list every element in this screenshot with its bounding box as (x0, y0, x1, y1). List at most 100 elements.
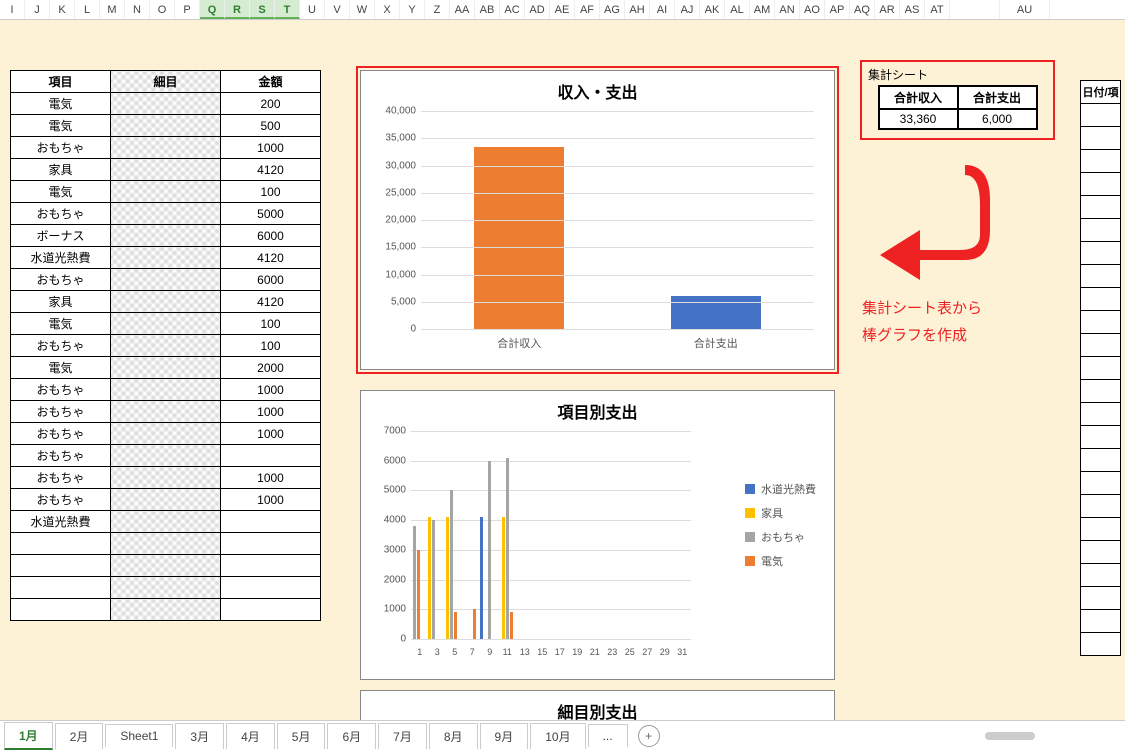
column-header-AH[interactable]: AH (625, 0, 650, 19)
column-header-AC[interactable]: AC (500, 0, 525, 19)
table-row[interactable]: おもちゃ1000 (11, 137, 321, 159)
cell-detail[interactable] (111, 599, 221, 621)
table-row[interactable]: ボーナス 6000 (11, 225, 321, 247)
chart2-bar[interactable] (510, 612, 513, 639)
cell-detail[interactable] (111, 93, 221, 115)
chart2-bar[interactable] (432, 520, 435, 639)
column-header-AT[interactable]: AT (925, 0, 950, 19)
cell-detail[interactable] (111, 115, 221, 137)
cell-detail[interactable] (111, 137, 221, 159)
table-row[interactable]: おもちゃ1000 (11, 489, 321, 511)
cell-amount[interactable] (221, 599, 321, 621)
cell-item[interactable]: おもちゃ (11, 489, 111, 511)
summary-header-expense[interactable]: 合計支出 (958, 86, 1037, 109)
cell-amount[interactable]: 200 (221, 93, 321, 115)
chart2-bar[interactable] (502, 517, 505, 639)
column-header-J[interactable]: J (25, 0, 50, 19)
chart2-bar[interactable] (413, 526, 416, 639)
column-header-[interactable] (950, 0, 1000, 19)
column-header-S[interactable]: S (250, 0, 275, 19)
table-row[interactable] (11, 599, 321, 621)
table-row[interactable]: 水道光熱費 (11, 511, 321, 533)
cell-detail[interactable] (111, 291, 221, 313)
expense-table[interactable]: 項目 細目 金額 電気200電気500おもちゃ1000家具4120電気100おも… (10, 70, 321, 621)
cell-amount[interactable]: 2000 (221, 357, 321, 379)
sheet-tab-...[interactable]: ... (588, 724, 628, 747)
sheet-tab-Sheet1[interactable]: Sheet1 (105, 724, 173, 747)
cell-item[interactable]: 水道光熱費 (11, 511, 111, 533)
chart2-bar[interactable] (488, 461, 491, 639)
table-row[interactable]: おもちゃ 1000 (11, 401, 321, 423)
cell-amount[interactable]: 4120 (221, 247, 321, 269)
sheet-tab-7月[interactable]: 7月 (378, 723, 427, 749)
column-header-O[interactable]: O (150, 0, 175, 19)
cell-amount[interactable]: 4120 (221, 159, 321, 181)
cell-amount[interactable] (221, 533, 321, 555)
cell-detail[interactable] (111, 203, 221, 225)
cell-detail[interactable] (111, 467, 221, 489)
table-row[interactable]: 電気100 (11, 313, 321, 335)
table-row[interactable]: 家具4120 (11, 159, 321, 181)
table-row[interactable]: 水道光熱費4120 (11, 247, 321, 269)
cell-item[interactable] (11, 577, 111, 599)
cell-detail[interactable] (111, 181, 221, 203)
cell-detail[interactable] (111, 159, 221, 181)
cell-amount[interactable]: 6000 (221, 225, 321, 247)
cell-detail[interactable] (111, 225, 221, 247)
horizontal-scrollbar[interactable] (985, 732, 1035, 740)
cell-detail[interactable] (111, 313, 221, 335)
cell-item[interactable]: おもちゃ (11, 423, 111, 445)
column-header-P[interactable]: P (175, 0, 200, 19)
chart2-bar[interactable] (446, 517, 449, 639)
cell-amount[interactable]: 1000 (221, 379, 321, 401)
summary-value-income[interactable]: 33,360 (879, 109, 958, 129)
summary-value-expense[interactable]: 6,000 (958, 109, 1037, 129)
cell-detail[interactable] (111, 335, 221, 357)
header-detail[interactable]: 細目 (111, 71, 221, 93)
cell-item[interactable]: おもちゃ (11, 401, 111, 423)
column-header-AP[interactable]: AP (825, 0, 850, 19)
table-row[interactable]: 電気500 (11, 115, 321, 137)
table-row[interactable] (11, 533, 321, 555)
cell-amount[interactable]: 5000 (221, 203, 321, 225)
cell-item[interactable]: 電気 (11, 313, 111, 335)
column-header-M[interactable]: M (100, 0, 125, 19)
column-header-AE[interactable]: AE (550, 0, 575, 19)
cell-item[interactable]: ボーナス (11, 225, 111, 247)
table-row[interactable]: おもちゃ100 (11, 335, 321, 357)
cell-item[interactable]: おもちゃ (11, 445, 111, 467)
cell-detail[interactable] (111, 357, 221, 379)
chart2-bar[interactable] (454, 612, 457, 639)
table-row[interactable]: おもちゃ (11, 445, 321, 467)
table-row[interactable]: 電気100 (11, 181, 321, 203)
column-header-T[interactable]: T (275, 0, 300, 19)
cell-detail[interactable] (111, 555, 221, 577)
cell-item[interactable] (11, 533, 111, 555)
cell-item[interactable]: おもちゃ (11, 203, 111, 225)
sheet-tab-8月[interactable]: 8月 (429, 723, 478, 749)
sheet-tab-3月[interactable]: 3月 (175, 723, 224, 749)
cell-amount[interactable]: 6000 (221, 269, 321, 291)
cell-amount[interactable] (221, 445, 321, 467)
table-row[interactable]: おもちゃ 5000 (11, 203, 321, 225)
column-header-Q[interactable]: Q (200, 0, 225, 19)
table-row[interactable]: 家具4120 (11, 291, 321, 313)
chart2-bar[interactable] (506, 458, 509, 639)
cell-detail[interactable] (111, 511, 221, 533)
cell-amount[interactable]: 1000 (221, 401, 321, 423)
column-header-N[interactable]: N (125, 0, 150, 19)
cell-amount[interactable]: 1000 (221, 467, 321, 489)
category-expense-chart[interactable]: 項目別支出 135791113151719212325272931 010002… (360, 390, 835, 680)
cell-detail[interactable] (111, 533, 221, 555)
income-expense-chart[interactable]: 収入・支出 合計収入合計支出 05,00010,00015,00020,0002… (360, 70, 835, 370)
sheet-tab-1月[interactable]: 1月 (4, 722, 53, 750)
column-header-I[interactable]: I (0, 0, 25, 19)
cell-item[interactable]: 電気 (11, 115, 111, 137)
cell-item[interactable]: おもちゃ (11, 467, 111, 489)
add-sheet-button[interactable]: + (638, 725, 660, 747)
column-header-W[interactable]: W (350, 0, 375, 19)
column-header-R[interactable]: R (225, 0, 250, 19)
table-row[interactable]: おもちゃ 1000 (11, 467, 321, 489)
column-header-AA[interactable]: AA (450, 0, 475, 19)
column-header-AD[interactable]: AD (525, 0, 550, 19)
